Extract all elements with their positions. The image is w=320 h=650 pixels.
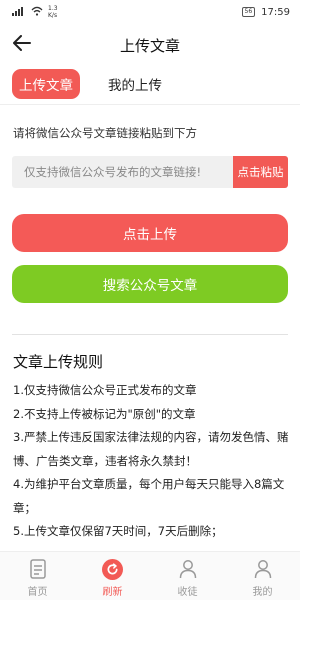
tab-my-uploads[interactable]: 我的上传 [96, 69, 174, 99]
rules-title: 文章上传规则 [13, 353, 104, 371]
net-speed-value: 1.3 [48, 5, 58, 12]
signal-icon [12, 6, 26, 19]
paste-button[interactable]: 点击粘贴 [233, 156, 288, 188]
tab-upload-article[interactable]: 上传文章 [12, 69, 80, 99]
status-bar: 1.3 K/s 56 17:59 [0, 0, 300, 24]
bottom-tab-bar: 首页 刷新 收徒 我的 [0, 551, 300, 600]
tabbar-label: 我的 [252, 587, 273, 598]
net-speed: 1.3 K/s [48, 5, 58, 19]
page-title: 上传文章 [119, 36, 180, 55]
rule-item: 4.为维护平台文章质量，每个用户每天只能导入8篇文章； [13, 477, 285, 515]
refresh-icon [102, 558, 124, 580]
arrow-left-icon [13, 35, 31, 55]
rule-item: 1.仅支持微信公众号正式发布的文章 [13, 383, 197, 397]
tabbar-item-recruit[interactable]: 收徒 [150, 552, 225, 600]
instruction-text: 请将微信公众号文章链接粘贴到下方 [13, 126, 197, 140]
link-input-row: 点击粘贴 [12, 156, 288, 188]
person-icon [252, 558, 274, 580]
tabbar-item-refresh[interactable]: 刷新 [75, 552, 150, 600]
article-link-input[interactable] [12, 156, 233, 188]
battery-icon: 56 [241, 7, 256, 17]
tabbar-label: 收徒 [177, 587, 198, 598]
rule-item: 5.上传文章仅保留7天时间，7天后删除； [13, 524, 223, 538]
tabbar-item-mine[interactable]: 我的 [225, 552, 300, 600]
divider [12, 334, 288, 335]
nav-bar: 上传文章 [0, 26, 300, 64]
rule-item: 2.不支持上传被标记为"原创"的文章 [13, 406, 196, 421]
tabbar-label: 刷新 [102, 587, 123, 598]
tabbar-item-home[interactable]: 首页 [0, 552, 75, 600]
rule-item: 3.严禁上传违反国家法律法规的内容，请勿发色情、赌博、广告类文章，违者将永久禁封… [13, 430, 289, 468]
status-left: 1.3 K/s [12, 5, 58, 19]
wifi-icon [31, 6, 43, 19]
upload-button[interactable]: 点击上传 [12, 214, 288, 252]
back-button[interactable] [10, 33, 34, 57]
rules-list: 1.仅支持微信公众号正式发布的文章 2.不支持上传被标记为"原创"的文章 3.严… [13, 379, 289, 544]
person-icon [177, 558, 199, 580]
tab-bar: 上传文章 我的上传 [0, 68, 300, 100]
search-official-account-button[interactable]: 搜索公众号文章 [12, 265, 288, 303]
clock: 17:59 [261, 6, 290, 18]
net-speed-unit: K/s [48, 12, 58, 19]
divider [0, 104, 300, 105]
tabbar-label: 首页 [27, 587, 48, 598]
status-right: 56 17:59 [241, 6, 290, 18]
document-icon [27, 558, 49, 580]
